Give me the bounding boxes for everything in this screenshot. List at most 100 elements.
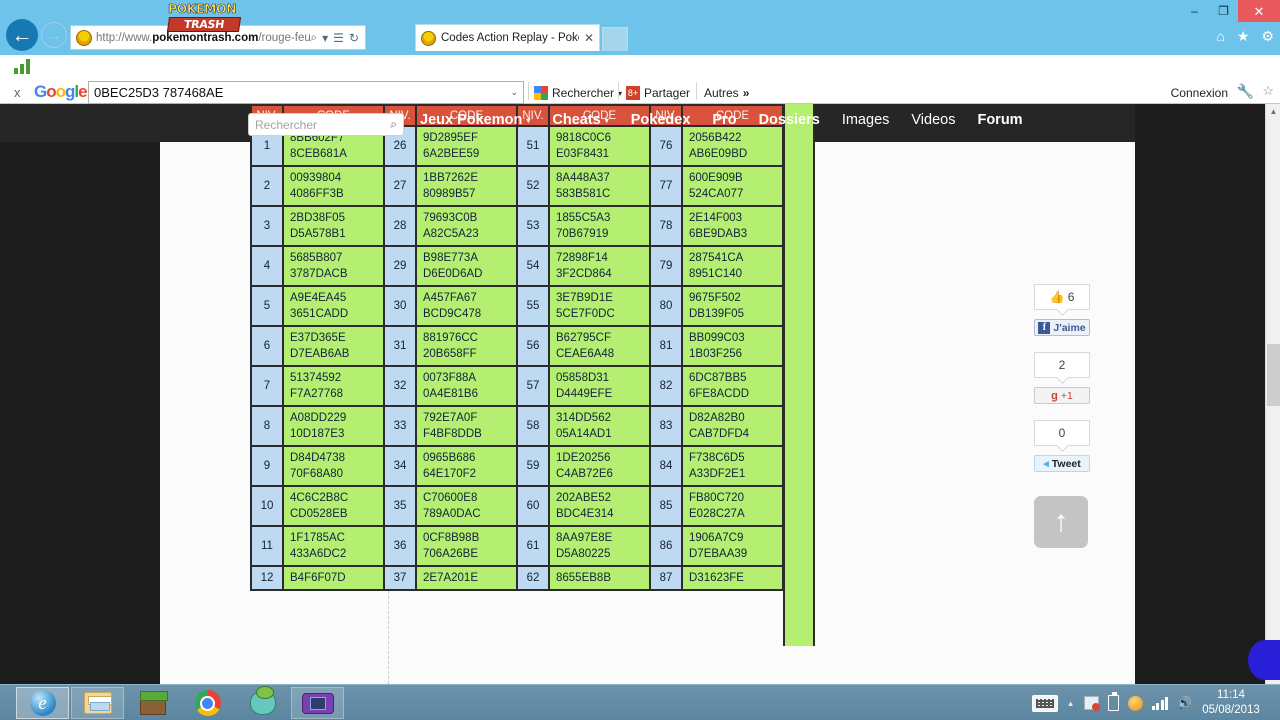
level-value: 86 (659, 540, 673, 552)
taskbar-item-minecraft[interactable] (126, 687, 179, 719)
scrollbar-thumb[interactable] (1267, 344, 1280, 406)
nav-item-forum[interactable]: Forum (977, 112, 1022, 128)
file-explorer-icon (83, 692, 112, 714)
connexion-link[interactable]: Connexion (1171, 86, 1228, 100)
code-line: 1DE20256 (556, 452, 611, 464)
code-line: 72898F14 (556, 252, 608, 264)
taskbar-item-file-explorer[interactable] (71, 687, 124, 719)
chevron-down-icon[interactable]: ⌄ (510, 87, 518, 98)
cell-code: 1F1785AC 433A6DC2 (282, 525, 385, 567)
page-scrollbar[interactable]: ▲ ▼ (1265, 104, 1280, 684)
battery-icon[interactable] (1107, 692, 1119, 711)
refresh-icon[interactable]: ↻ (349, 31, 359, 45)
back-button-icon[interactable]: ← (6, 19, 38, 51)
close-button[interactable]: ✕ (1238, 0, 1280, 22)
code-line: 600E909B (689, 172, 743, 184)
code-line: F7A27768 (290, 388, 344, 400)
level-value: 76 (659, 140, 673, 152)
site-logo[interactable]: POKEMON TRASH (166, 2, 242, 48)
code-line: 70B67919 (556, 228, 609, 240)
rechercher-button[interactable]: Rechercher ▾ (534, 86, 622, 100)
toolbar-close-icon[interactable]: x (14, 85, 21, 100)
level-value: 56 (526, 340, 540, 352)
chevron-down-icon[interactable]: ▾ (322, 31, 328, 45)
nav-item-pro[interactable]: Pro (712, 112, 736, 128)
tab-close-icon[interactable]: ✕ (584, 31, 594, 45)
taskbar-item-gba-emulator[interactable] (291, 687, 344, 719)
nav-item-jeux-pokemon[interactable]: Jeux Pokemon ▾ (420, 112, 530, 128)
twitter-tweet-button[interactable]: ◂ Tweet (1034, 455, 1090, 472)
cell-code: 1906A7C9 D7EBAA39 (681, 525, 784, 567)
home-icon[interactable]: ⌂ (1216, 29, 1224, 43)
cell-level: 59 (516, 445, 550, 487)
table-row: 5 A9E4EA45 3651CADD 30 A457FA67 BCD9C478 55 3E7… (250, 285, 784, 327)
star-icon[interactable]: ☆ (1262, 83, 1274, 99)
code-line: CD0528EB (290, 508, 348, 520)
show-hidden-icons-icon[interactable]: ▲ (1067, 699, 1075, 708)
cell-level: 58 (516, 405, 550, 447)
facebook-like-button[interactable]: f J'aime (1034, 319, 1090, 336)
url-path: /rouge-feu-vert-fe (258, 31, 311, 44)
favorites-icon[interactable]: ★ (1237, 29, 1250, 43)
autres-button[interactable]: Autres » (704, 86, 749, 100)
cell-code: D31623FE (681, 565, 784, 591)
cell-code: 9675F502 DB139F05 (681, 285, 784, 327)
facebook-icon: f (1038, 321, 1051, 334)
network-signal-icon[interactable] (1151, 696, 1169, 710)
taskbar-item-pokemon-app[interactable] (236, 686, 289, 719)
nav-item-pokedex[interactable]: Pokedex (631, 112, 691, 128)
level-value: 29 (393, 260, 407, 272)
maximize-button[interactable]: ❐ (1209, 0, 1238, 22)
cell-code: E37D365E D7EAB6AB (282, 325, 385, 367)
code-line: AB6E09BD (689, 148, 748, 160)
cell-code: 287541CA 8951C140 (681, 245, 784, 287)
scrollbar-up-arrow[interactable]: ▲ (1266, 104, 1280, 120)
wrench-settings-icon[interactable]: 🔧 (1237, 83, 1254, 100)
touch-keyboard-icon[interactable] (1031, 694, 1058, 712)
cell-level: 31 (383, 325, 417, 367)
level-value: 60 (526, 500, 540, 512)
taskbar-item-internet-explorer[interactable]: e (16, 687, 69, 719)
cell-code: A9E4EA45 3651CADD (282, 285, 385, 327)
nav-item-videos[interactable]: Videos (911, 112, 955, 128)
cell-code: B4F6F07D (282, 565, 385, 591)
nav-item-label: Cheats (552, 112, 601, 128)
scroll-to-top-button[interactable]: ↑ (1034, 496, 1088, 548)
nav-item-images[interactable]: Images (842, 112, 890, 128)
google-plusone-button[interactable]: g +1 (1034, 387, 1090, 404)
antivirus-icon[interactable] (1127, 695, 1143, 711)
code-line: 287541CA (689, 252, 744, 264)
cell-code: 00939804 4086FF3B (282, 165, 385, 207)
nav-item-cheats[interactable]: Cheats ▾ (552, 112, 608, 128)
google-logo: Google (34, 82, 88, 102)
partager-button[interactable]: 8+ Partager (626, 86, 690, 100)
code-line: E03F8431 (556, 148, 610, 160)
site-search-input[interactable]: Rechercher ⌕ (248, 113, 404, 136)
search-icon[interactable]: ⌕ (390, 117, 397, 132)
minimize-button[interactable]: – (1180, 0, 1209, 22)
new-tab-button[interactable] (602, 27, 628, 51)
nav-item-label: Jeux Pokemon (420, 112, 523, 128)
code-line: 51374592 (290, 372, 342, 384)
code-line: 1855C5A3 (556, 212, 611, 224)
cell-code: 1DE20256 C4AB72E6 (548, 445, 651, 487)
taskbar-clock[interactable]: 11:14 05/08/2013 (1196, 688, 1266, 718)
action-center-flag-icon[interactable] (1083, 696, 1100, 711)
cell-level: 35 (383, 485, 417, 527)
level-value: 4 (263, 260, 271, 272)
double-chevron-icon: » (742, 86, 750, 100)
cell-level: 12 (250, 565, 284, 591)
search-icon[interactable]: ⌕ (310, 30, 317, 45)
screen: – ❐ ✕ ← → http://www.pokemontrash.com/ro… (0, 0, 1280, 720)
taskbar-item-chrome[interactable] (181, 687, 234, 719)
toolbar-divider (528, 82, 529, 100)
code-line: 0CF8B98B (423, 532, 480, 544)
nav-item-dossiers[interactable]: Dossiers (759, 112, 820, 128)
compatibility-view-icon[interactable]: ☰ (333, 31, 344, 45)
volume-icon[interactable]: 🔊 (1177, 697, 1192, 709)
forward-button-icon[interactable]: → (41, 22, 67, 48)
code-line: 792E7A0F (423, 412, 478, 424)
browser-tab[interactable]: Codes Action Replay - Poke... ✕ (415, 24, 600, 51)
tools-gear-icon[interactable]: ⚙ (1261, 29, 1274, 43)
google-search-input[interactable]: 0BEC25D3 787468AE ⌄ (88, 81, 524, 104)
